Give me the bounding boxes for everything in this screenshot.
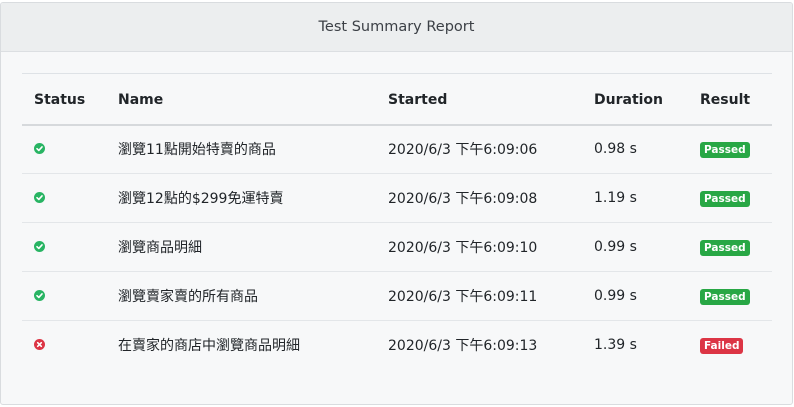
started-time: 2020/6/3 下午6:09:06: [376, 124, 582, 174]
table-row[interactable]: 瀏覽賣家賣的所有商品 2020/6/3 下午6:09:11 0.99 s Pas…: [22, 271, 772, 321]
status-cell: [22, 321, 106, 370]
result-cell: Failed: [688, 321, 772, 370]
column-header-duration: Duration: [582, 73, 688, 126]
check-circle-icon: [34, 191, 45, 203]
status-cell: [22, 271, 106, 321]
table-row[interactable]: 瀏覽商品明細 2020/6/3 下午6:09:10 0.99 s Passed: [22, 222, 772, 272]
result-badge: Failed: [700, 337, 744, 354]
duration: 1.39 s: [594, 337, 637, 354]
column-header-status: Status: [22, 73, 106, 126]
started-time: 2020/6/3 下午6:09:11: [376, 271, 582, 321]
column-header-result: Result: [688, 73, 772, 126]
column-header-name: Name: [106, 73, 376, 126]
results-table-wrapper: Status Name Started Duration Result 瀏覽11…: [22, 73, 772, 370]
check-circle-icon: [34, 142, 45, 154]
test-name: 在賣家的商店中瀏覽商品明細: [118, 338, 300, 355]
status-cell: [22, 222, 106, 272]
test-name: 瀏覽12點的$299免運特賣: [106, 173, 376, 223]
duration: 0.99 s: [582, 271, 688, 321]
started-time: 2020/6/3 下午6:09:13: [388, 338, 538, 355]
table-header-row: Status Name Started Duration Result: [22, 73, 772, 126]
result-badge: Passed: [700, 288, 750, 305]
report-card: Test Summary Report Status Name Started …: [0, 2, 793, 405]
test-name: 瀏覽商品明細: [106, 222, 376, 272]
result-cell: Passed: [688, 222, 772, 272]
duration: 0.98 s: [582, 124, 688, 174]
result-badge: Passed: [700, 190, 750, 207]
started-time: 2020/6/3 下午6:09:08: [376, 173, 582, 223]
check-circle-icon: [34, 240, 45, 252]
result-badge: Passed: [700, 239, 750, 256]
result-cell: Passed: [688, 173, 772, 223]
test-name: 瀏覽賣家賣的所有商品: [106, 271, 376, 321]
table-row[interactable]: 瀏覽12點的$299免運特賣 2020/6/3 下午6:09:08 1.19 s…: [22, 173, 772, 223]
duration: 0.99 s: [582, 222, 688, 272]
report-title: Test Summary Report: [1, 3, 792, 52]
results-table: Status Name Started Duration Result 瀏覽11…: [22, 73, 772, 370]
x-circle-icon: [34, 338, 45, 350]
status-cell: [22, 173, 106, 223]
status-cell: [22, 124, 106, 174]
result-cell: Passed: [688, 124, 772, 174]
table-row[interactable]: 在賣家的商店中瀏覽商品明細 2020/6/3 下午6:09:13 1.39 s …: [22, 321, 772, 370]
result-cell: Passed: [688, 271, 772, 321]
duration: 1.19 s: [582, 173, 688, 223]
column-header-started: Started: [376, 73, 582, 126]
test-name: 瀏覽11點開始特賣的商品: [106, 124, 376, 174]
result-badge: Passed: [700, 141, 750, 158]
check-circle-icon: [34, 289, 45, 301]
table-row[interactable]: 瀏覽11點開始特賣的商品 2020/6/3 下午6:09:06 0.98 s P…: [22, 124, 772, 174]
started-time: 2020/6/3 下午6:09:10: [376, 222, 582, 272]
